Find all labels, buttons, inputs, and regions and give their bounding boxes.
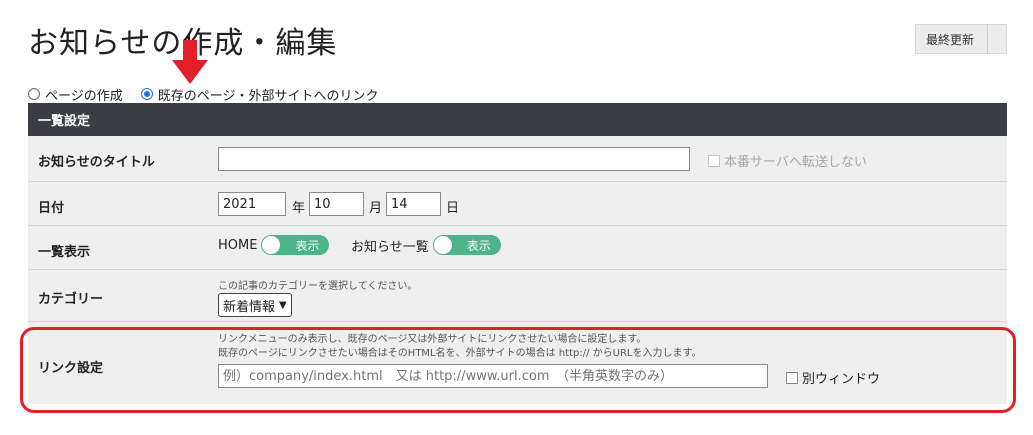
home-toggle-knob [262, 236, 281, 254]
last-update-divider [987, 24, 988, 54]
last-update-label: 最終更新 [926, 32, 975, 47]
home-toggle-text: 表示 [295, 238, 320, 253]
radio-create-page[interactable]: ページの作成 [28, 85, 123, 104]
no-transfer-checkbox[interactable]: 本番サーバへ転送しない [708, 151, 867, 170]
year-unit: 年 [292, 201, 306, 216]
section-header: 一覧設定 [28, 103, 1007, 136]
category-row: カテゴリー この記事のカテゴリーを選択してください。 新着情報 ▼ [28, 270, 1007, 322]
year-input[interactable] [218, 192, 286, 216]
day-unit: 日 [446, 201, 460, 216]
day-input[interactable] [386, 192, 441, 216]
chevron-down-icon: ▼ [279, 299, 287, 311]
title-row: お知らせのタイトル 本番サーバへ転送しない [28, 136, 1007, 182]
down-arrow-icon [172, 40, 208, 84]
month-input[interactable] [309, 192, 364, 216]
news-list-display-label: お知らせ一覧 [351, 239, 429, 255]
title-input[interactable] [218, 147, 690, 171]
radio-link-existing[interactable]: 既存のページ・外部サイトへのリンク [140, 85, 379, 104]
category-help: この記事のカテゴリーを選択してください。 [218, 281, 418, 292]
date-row: 日付 年 月 日 [28, 182, 1007, 226]
radio-link-existing-indicator[interactable] [140, 88, 153, 100]
radio-create-page-indicator[interactable] [28, 88, 40, 100]
link-mode-radio-group: ページの作成 既存のページ・外部サイトへのリンク [28, 85, 397, 104]
category-select[interactable]: 新着情報 ▼ [218, 293, 292, 317]
month-unit: 月 [369, 201, 383, 216]
title-row-label: お知らせのタイトル [38, 155, 155, 170]
radio-create-page-label: ページの作成 [45, 88, 123, 104]
news-toggle-text: 表示 [466, 238, 491, 253]
category-selected-value: 新着情報 [223, 299, 276, 315]
list-display-row: 一覧表示 HOME 表示 お知らせ一覧 表示 [28, 226, 1007, 270]
last-update-button[interactable]: 最終更新 [915, 24, 1007, 54]
news-list-display-group: お知らせ一覧 表示 [351, 235, 501, 255]
list-display-row-label: 一覧表示 [38, 245, 91, 260]
link-settings-highlight [20, 327, 1016, 413]
home-display-toggle[interactable]: 表示 [261, 235, 330, 255]
home-display-label: HOME [218, 237, 258, 253]
radio-link-existing-label: 既存のページ・外部サイトへのリンク [157, 88, 379, 104]
news-toggle-knob [433, 236, 452, 254]
home-display-group: HOME 表示 [218, 235, 330, 255]
news-list-display-toggle[interactable]: 表示 [432, 235, 501, 255]
no-transfer-label: 本番サーバへ転送しない [724, 155, 867, 170]
date-row-label: 日付 [38, 201, 65, 216]
category-row-label: カテゴリー [38, 292, 104, 307]
no-transfer-checkbox-box[interactable] [708, 154, 720, 167]
